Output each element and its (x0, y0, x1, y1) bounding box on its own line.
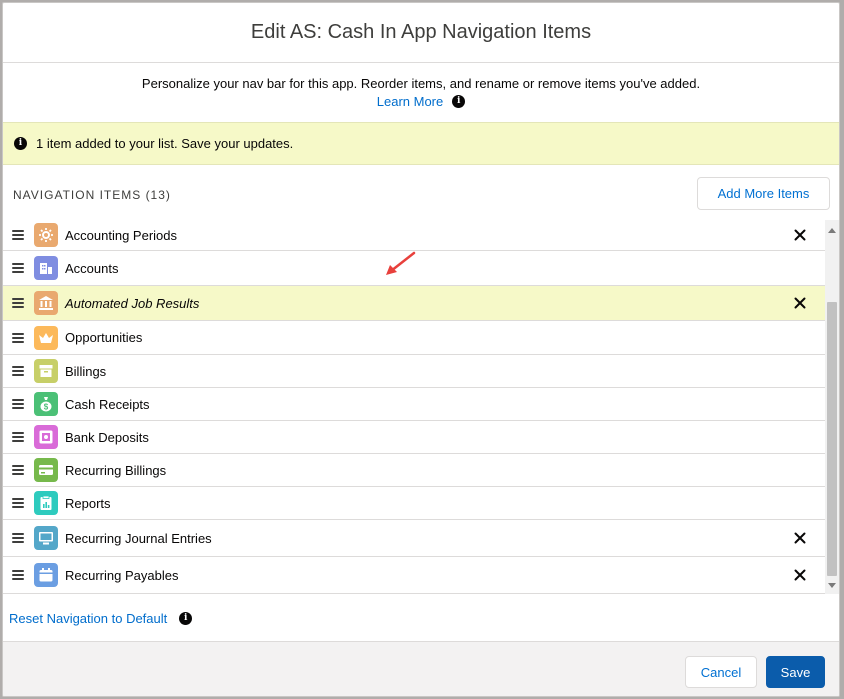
notification-banner: i 1 item added to your list. Save your u… (3, 122, 839, 165)
description-text: Personalize your nav bar for this app. R… (141, 76, 701, 91)
nav-item-label: Cash Receipts (65, 396, 150, 412)
modal-title: Edit AS: Cash In App Navigation Items (250, 21, 592, 43)
drag-handle-icon[interactable] (12, 332, 24, 343)
money-bag-icon: $ (34, 392, 58, 416)
remove-item-icon[interactable] (793, 296, 807, 310)
safe-icon (34, 425, 58, 449)
drag-handle-icon[interactable] (12, 570, 24, 580)
nav-item-row[interactable]: Recurring Journal Entries (3, 520, 825, 557)
nav-item-row[interactable]: Recurring Payables (3, 557, 825, 594)
nav-item-row[interactable]: Bank Deposits (3, 421, 825, 454)
remove-item-icon[interactable] (793, 531, 807, 545)
drag-handle-icon[interactable] (12, 432, 24, 442)
calendar-icon (34, 563, 58, 587)
navigation-items-header: NAVIGATION ITEMS (13) Add More Items (3, 166, 839, 220)
nav-item-label: Recurring Billings (65, 462, 167, 478)
reset-area: Reset Navigation to Default i (3, 595, 839, 641)
save-button[interactable]: Save (766, 656, 825, 688)
reset-navigation-link[interactable]: Reset Navigation to Default (9, 611, 167, 626)
cancel-button[interactable]: Cancel (685, 656, 757, 688)
info-icon[interactable]: i (452, 95, 466, 108)
card-icon (34, 458, 58, 482)
modal-description: Personalize your nav bar for this app. R… (3, 63, 839, 123)
nav-item-label: Recurring Journal Entries (65, 530, 212, 546)
drag-handle-icon[interactable] (12, 366, 24, 376)
nav-item-row[interactable]: $ Cash Receipts (3, 388, 825, 421)
crown-icon (34, 325, 58, 350)
nav-item-label: Automated Job Results (65, 295, 200, 311)
remove-item-icon[interactable] (793, 228, 807, 242)
nav-item-label: Accounting Periods (65, 227, 178, 243)
svg-text:$: $ (44, 403, 49, 412)
edit-navigation-modal: Edit AS: Cash In App Navigation Items Pe… (2, 2, 840, 697)
drag-handle-icon[interactable] (12, 263, 24, 273)
drag-handle-icon[interactable] (12, 533, 24, 543)
drag-handle-icon[interactable] (12, 399, 24, 409)
drag-handle-icon[interactable] (12, 498, 24, 508)
nav-item-label: Bank Deposits (65, 429, 149, 445)
bank-icon (34, 291, 58, 315)
info-icon: i (14, 137, 27, 150)
nav-item-label: Opportunities (65, 330, 143, 345)
modal-footer: Cancel Save (3, 641, 839, 696)
nav-item-label: Billings (65, 363, 107, 379)
nav-item-row[interactable]: Automated Job Results (3, 286, 825, 321)
drag-handle-icon[interactable] (12, 465, 24, 475)
gear-icon (34, 223, 58, 247)
drag-handle-icon[interactable] (12, 230, 24, 240)
drag-handle-icon[interactable] (12, 298, 24, 308)
nav-item-row[interactable]: Accounting Periods (3, 220, 825, 251)
learn-more-link[interactable]: Learn More (377, 94, 443, 109)
nav-item-row[interactable]: Reports (3, 487, 825, 520)
report-icon (34, 491, 58, 515)
monitor-icon (34, 526, 58, 550)
list-scrollbar[interactable] (825, 220, 839, 594)
add-more-items-button[interactable]: Add More Items (697, 177, 830, 210)
nav-item-label: Reports (65, 495, 111, 511)
modal-header: Edit AS: Cash In App Navigation Items (3, 3, 839, 63)
building-icon (34, 256, 58, 280)
remove-item-icon[interactable] (793, 568, 807, 582)
scroll-up-arrow[interactable] (828, 228, 836, 233)
banner-message: 1 item added to your list. Save your upd… (36, 136, 294, 151)
scroll-down-arrow[interactable] (828, 583, 836, 588)
nav-item-row[interactable]: Billings (3, 355, 825, 388)
archive-icon (34, 359, 58, 383)
navigation-items-heading: NAVIGATION ITEMS (13) (13, 188, 171, 202)
nav-item-row[interactable]: Opportunities (3, 321, 825, 355)
annotation-arrow-icon (386, 251, 416, 275)
scroll-thumb[interactable] (827, 302, 837, 576)
nav-item-row[interactable]: Recurring Billings (3, 454, 825, 487)
nav-item-label: Accounts (65, 260, 119, 276)
info-icon[interactable]: i (179, 611, 193, 625)
nav-item-label: Recurring Payables (65, 567, 179, 583)
